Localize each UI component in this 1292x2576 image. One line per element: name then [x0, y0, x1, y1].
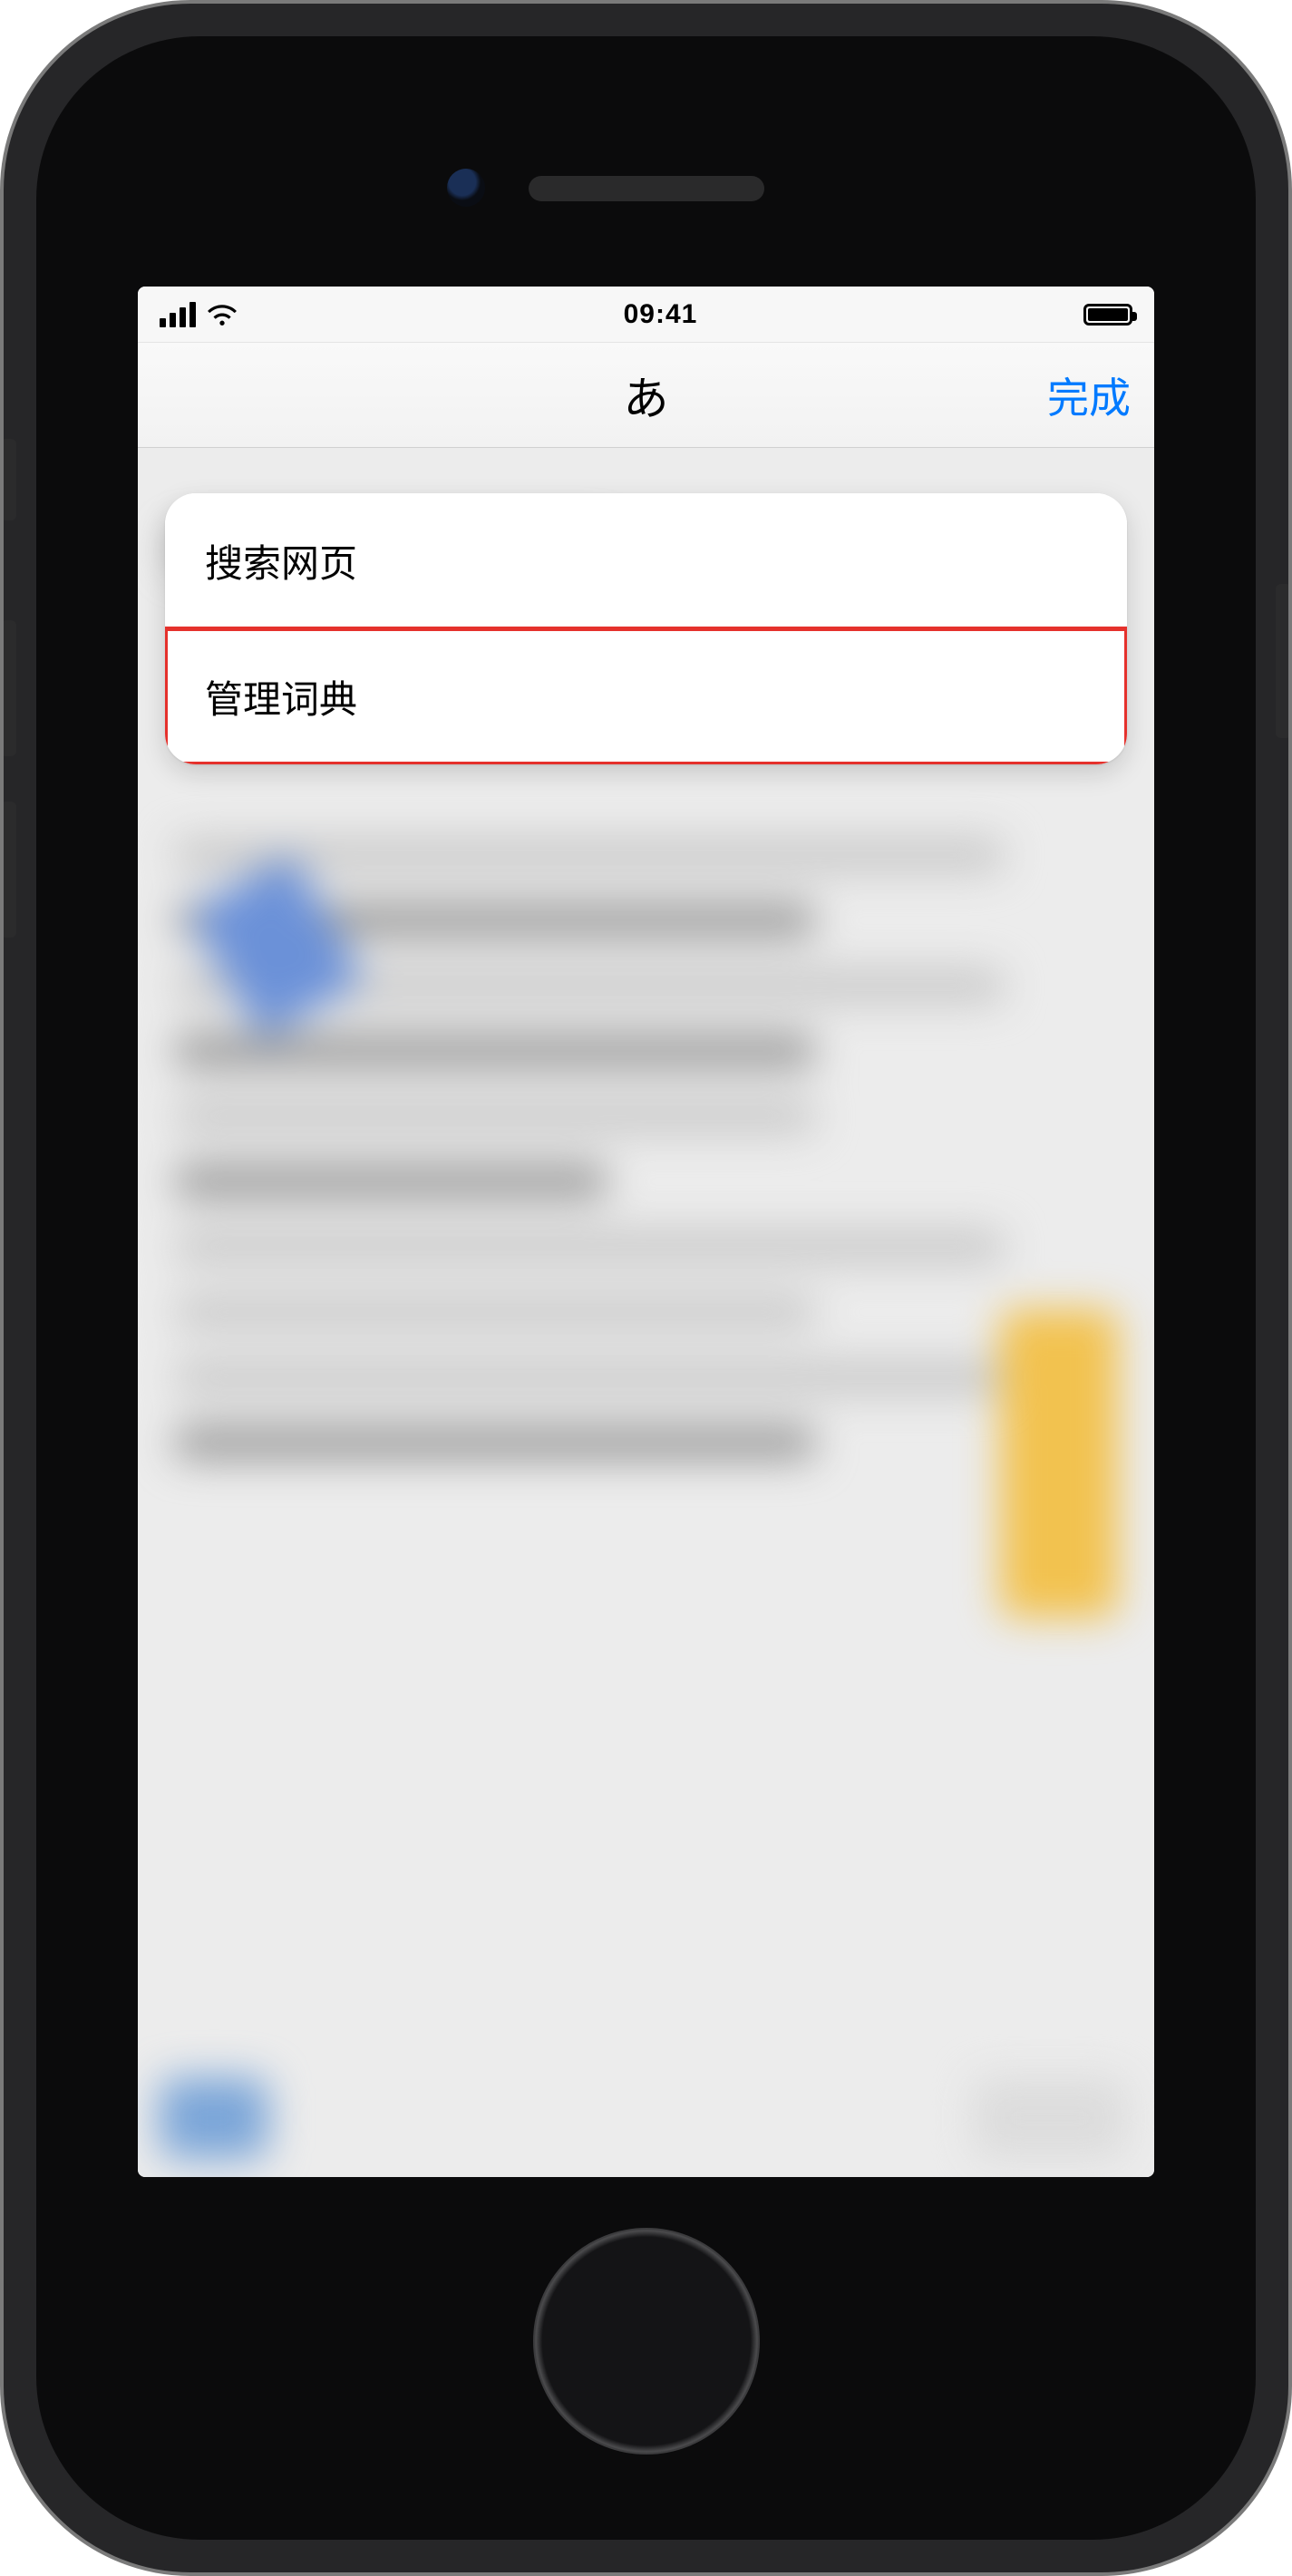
- power-button: [1276, 584, 1292, 738]
- mute-switch: [0, 439, 16, 520]
- status-bar: 09:41: [138, 287, 1154, 343]
- home-button[interactable]: [533, 2228, 760, 2454]
- screen: 09:41 あ 完成: [138, 287, 1154, 2177]
- wifi-icon: [207, 302, 238, 327]
- earpiece-speaker: [529, 176, 764, 201]
- cellular-signal-icon: [160, 302, 196, 327]
- phone-frame: 09:41 あ 完成: [0, 0, 1292, 2576]
- status-time: 09:41: [624, 299, 698, 330]
- done-button[interactable]: 完成: [1047, 365, 1131, 425]
- volume-up-button: [0, 620, 16, 756]
- manage-dictionaries-row[interactable]: 管理词典: [165, 628, 1127, 764]
- content-area: 搜索网页 管理词典: [138, 448, 1154, 2177]
- battery-icon: [1083, 304, 1132, 326]
- nav-bar: あ 完成: [138, 343, 1154, 448]
- search-web-row[interactable]: 搜索网页: [165, 493, 1127, 628]
- front-camera: [447, 169, 485, 207]
- volume-down-button: [0, 802, 16, 938]
- action-card: 搜索网页 管理词典: [165, 493, 1127, 764]
- phone-inner: 09:41 あ 完成: [36, 36, 1256, 2540]
- nav-title: あ: [624, 363, 669, 428]
